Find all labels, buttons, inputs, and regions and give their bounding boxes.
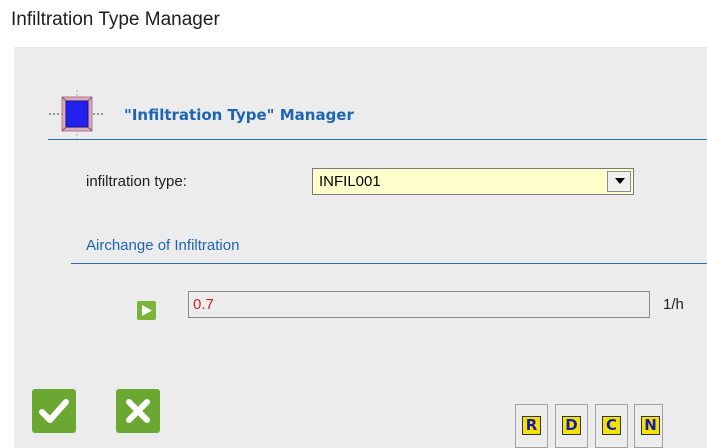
infiltration-type-label: infiltration type: bbox=[86, 173, 187, 190]
window-title: Infiltration Type Manager bbox=[11, 9, 220, 30]
cancel-button[interactable] bbox=[116, 389, 160, 433]
infiltration-type-value: INFIL001 bbox=[319, 173, 381, 190]
c-button-label: C bbox=[602, 416, 621, 435]
airchange-unit: 1/h bbox=[663, 296, 684, 313]
manager-panel: "Infiltration Type" Manager infiltration… bbox=[14, 47, 707, 448]
ok-button[interactable] bbox=[32, 389, 76, 433]
play-icon bbox=[142, 305, 152, 316]
infiltration-type-select[interactable]: INFIL001 bbox=[312, 168, 634, 195]
infiltration-type-icon bbox=[49, 90, 105, 140]
manager-title: "Infiltration Type" Manager bbox=[124, 106, 354, 124]
manager-header: "Infiltration Type" Manager bbox=[49, 90, 707, 140]
checkmark-icon bbox=[39, 399, 69, 423]
section-divider bbox=[71, 263, 707, 264]
chevron-down-icon bbox=[615, 178, 625, 184]
airchange-section-title: Airchange of Infiltration bbox=[86, 237, 240, 254]
header-divider bbox=[48, 139, 707, 140]
d-button[interactable]: D bbox=[555, 404, 588, 448]
r-button-label: R bbox=[522, 416, 541, 435]
r-button[interactable]: R bbox=[515, 404, 548, 448]
airchange-value: 0.7 bbox=[193, 296, 214, 313]
n-button-label: N bbox=[641, 416, 660, 435]
n-button[interactable]: N bbox=[634, 404, 663, 448]
c-button[interactable]: C bbox=[595, 404, 628, 448]
apply-button[interactable] bbox=[137, 301, 156, 320]
airchange-input[interactable]: 0.7 bbox=[188, 291, 650, 318]
x-icon bbox=[126, 399, 150, 423]
d-button-label: D bbox=[562, 416, 581, 435]
dropdown-button[interactable] bbox=[607, 171, 631, 192]
